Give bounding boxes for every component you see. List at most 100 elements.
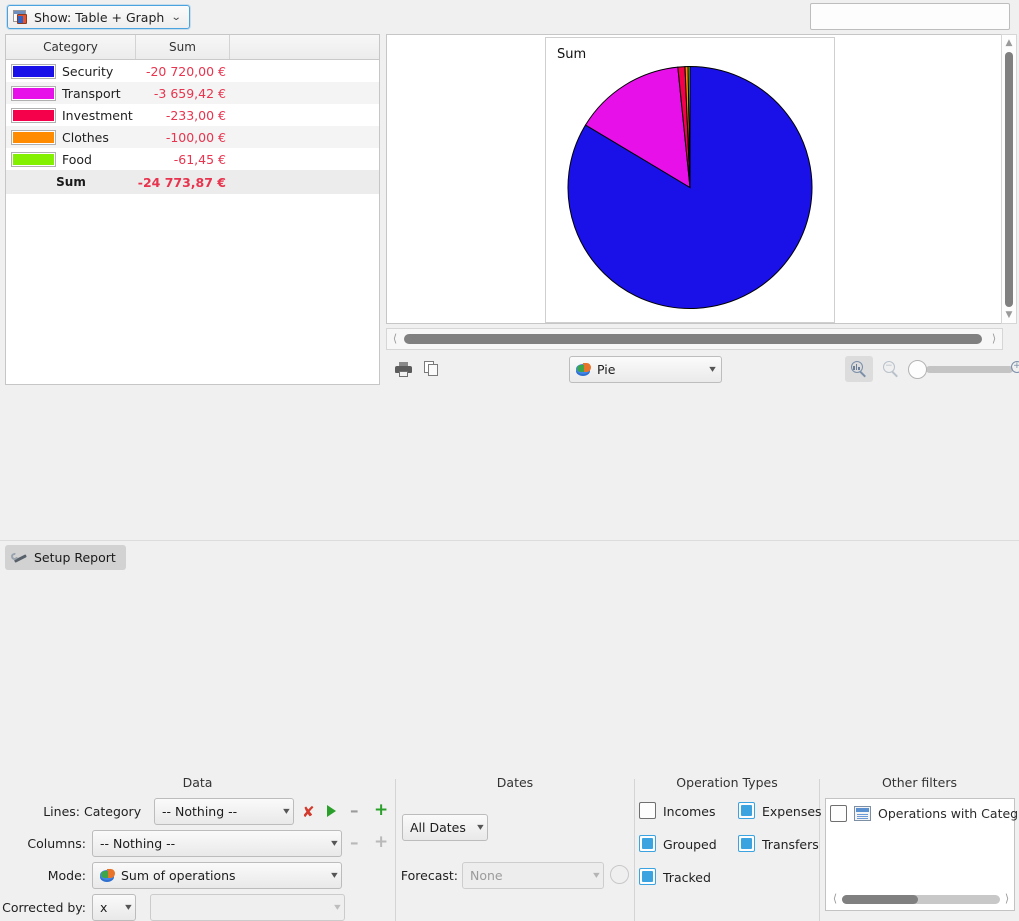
lines-label: Lines: xyxy=(10,804,80,819)
setup-report-label: Setup Report xyxy=(34,550,116,565)
play-icon[interactable] xyxy=(327,805,336,817)
color-swatch xyxy=(11,86,56,101)
horizontal-scroll-thumb[interactable] xyxy=(404,334,982,344)
table-graph-icon xyxy=(13,10,28,24)
table-cell-category: Investment xyxy=(6,104,136,126)
chevron-down-icon: ▾ xyxy=(275,806,289,817)
show-mode-label: Show: Table + Graph xyxy=(34,10,164,25)
table-row[interactable]: Investment-233,00 € xyxy=(6,104,379,126)
table-total-row: Sum-24 773,87 € xyxy=(6,170,379,194)
zoom-in-button[interactable]: + xyxy=(1006,356,1019,382)
scroll-right-icon[interactable]: ⟩ xyxy=(1001,891,1013,907)
table-row[interactable]: Clothes-100,00 € xyxy=(6,126,379,148)
table-cell-category: Clothes xyxy=(6,126,136,148)
forecast-toggle[interactable] xyxy=(610,865,629,884)
checkbox-incomes[interactable] xyxy=(639,802,656,819)
scroll-down-icon[interactable]: ▼ xyxy=(1002,308,1016,322)
column-header-blank[interactable] xyxy=(230,35,379,59)
filters-horizontal-scrollbar[interactable]: ⟨ ⟩ xyxy=(829,891,1013,907)
top-toolbar: Show: Table + Graph ⌄ xyxy=(0,0,1019,33)
print-button[interactable] xyxy=(390,356,416,382)
graph-vertical-scrollbar[interactable]: ▲ ▼ xyxy=(1001,34,1017,324)
scroll-left-icon[interactable]: ⟨ xyxy=(829,891,841,907)
chevron-down-icon: ▾ xyxy=(117,902,131,913)
column-header-category[interactable]: Category xyxy=(6,35,136,59)
chevron-down-icon: ▾ xyxy=(323,870,337,881)
columns-select[interactable]: -- Nothing -- ▾ xyxy=(92,830,342,857)
search-input[interactable] xyxy=(810,3,1010,30)
zoom-fit-button[interactable] xyxy=(845,356,873,382)
pie-chart[interactable] xyxy=(567,65,813,310)
date-range-select[interactable]: All Dates ▾ xyxy=(402,814,488,841)
category-table-panel: Category Sum Security-20 720,00 €Transpo… xyxy=(5,34,380,385)
table-row[interactable]: Security-20 720,00 € xyxy=(6,60,379,82)
copy-button[interactable] xyxy=(419,356,445,382)
table-cell-sum: -20 720,00 € xyxy=(136,60,230,82)
category-name: Clothes xyxy=(62,130,109,145)
corrected-by-value: x xyxy=(100,900,107,915)
lines-select-value: -- Nothing -- xyxy=(162,804,237,819)
table-cell-sum: -3 659,42 € xyxy=(136,82,230,104)
zoom-slider[interactable] xyxy=(908,365,1013,374)
label-grouped: Grouped xyxy=(663,837,717,852)
scroll-right-icon[interactable]: ⟩ xyxy=(987,329,1001,349)
table-cell-category: Security xyxy=(6,60,136,82)
checkbox-tracked[interactable] xyxy=(639,868,656,885)
pie-3d-icon xyxy=(100,869,116,883)
checkbox-operations-with-category[interactable] xyxy=(830,805,847,822)
color-swatch xyxy=(11,64,56,79)
graph-horizontal-scrollbar[interactable]: ⟨ ⟩ xyxy=(386,328,1003,350)
checkbox-transfers[interactable] xyxy=(738,835,755,852)
table-cell-blank xyxy=(230,60,379,82)
corrected-by-secondary-select[interactable]: ▾ xyxy=(150,894,345,921)
lines-select[interactable]: -- Nothing -- ▾ xyxy=(154,798,294,825)
setup-report-button[interactable]: Setup Report xyxy=(5,545,126,570)
category-name: Investment xyxy=(62,108,133,123)
label-tracked: Tracked xyxy=(663,870,711,885)
chart-type-value: Pie xyxy=(597,362,615,377)
remove-column-icon[interactable]: – xyxy=(350,835,359,852)
show-mode-button[interactable]: Show: Table + Graph ⌄ xyxy=(7,5,190,29)
table-cell-category: Food xyxy=(6,148,136,170)
remove-line-icon[interactable]: – xyxy=(350,803,359,820)
zoom-out-button[interactable]: − xyxy=(878,356,904,382)
zoom-slider-handle[interactable] xyxy=(908,360,927,379)
color-swatch xyxy=(11,130,56,145)
zoom-slider-track xyxy=(926,366,1013,373)
forecast-select[interactable]: None ▾ xyxy=(462,862,604,889)
scroll-up-icon[interactable]: ▲ xyxy=(1002,36,1016,50)
chevron-down-icon: ▾ xyxy=(323,838,337,849)
pie-3d-icon xyxy=(576,363,592,377)
vertical-scroll-thumb[interactable] xyxy=(1005,52,1013,307)
chevron-down-icon: ▾ xyxy=(326,902,340,913)
forecast-value: None xyxy=(470,868,503,883)
other-filters-list[interactable]: Operations with Categ ⟨ ⟩ xyxy=(825,798,1015,911)
table-cell-sum: -233,00 € xyxy=(136,104,230,126)
scroll-left-icon[interactable]: ⟨ xyxy=(388,329,402,349)
mode-select-value: Sum of operations xyxy=(121,868,236,883)
forecast-label: Forecast: xyxy=(396,868,458,883)
list-item[interactable]: Operations with Categ xyxy=(830,805,1018,822)
table-cell-blank xyxy=(230,126,379,148)
table-row[interactable]: Food-61,45 € xyxy=(6,148,379,170)
table-header-row: Category Sum xyxy=(6,35,379,60)
other-filters-title: Other filters xyxy=(820,775,1019,790)
table-body: Security-20 720,00 €Transport-3 659,42 €… xyxy=(6,60,379,194)
columns-select-value: -- Nothing -- xyxy=(100,836,175,851)
column-header-sum[interactable]: Sum xyxy=(136,35,230,59)
delete-x-icon[interactable]: ✘ xyxy=(302,803,315,821)
table-cell-blank xyxy=(230,82,379,104)
status-bar: Setup Report xyxy=(0,540,1019,573)
filters-scroll-thumb[interactable] xyxy=(842,895,918,904)
add-column-icon[interactable]: + xyxy=(374,834,388,851)
zoom-out-icon: − xyxy=(883,361,900,378)
wrench-icon xyxy=(12,551,28,565)
checkbox-grouped[interactable] xyxy=(639,835,656,852)
add-line-icon[interactable]: + xyxy=(374,802,388,819)
mode-select[interactable]: Sum of operations ▾ xyxy=(92,862,342,889)
chart-type-select[interactable]: Pie ▾ xyxy=(569,356,722,383)
pie-chart-container[interactable]: Sum xyxy=(545,37,835,323)
corrected-by-select[interactable]: x ▾ xyxy=(92,894,136,921)
checkbox-expenses[interactable] xyxy=(738,802,755,819)
table-row[interactable]: Transport-3 659,42 € xyxy=(6,82,379,104)
